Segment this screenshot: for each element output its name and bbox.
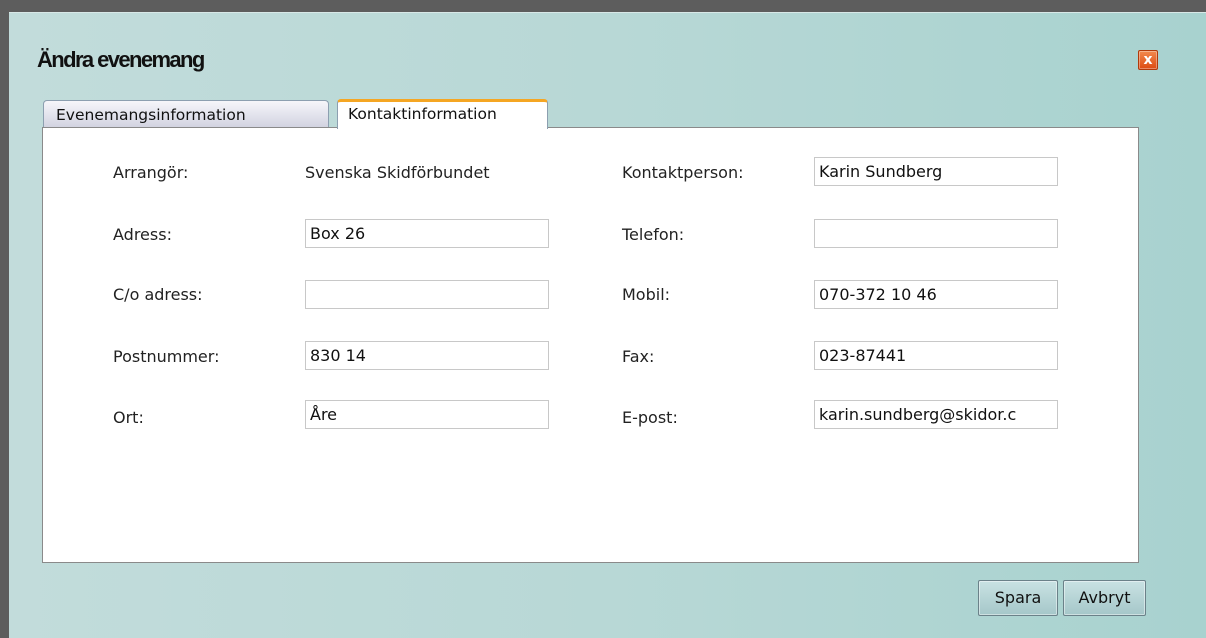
contact-person-label: Kontaktperson:: [622, 163, 744, 182]
phone-field[interactable]: [814, 219, 1058, 248]
fax-field[interactable]: 023-87441: [814, 341, 1058, 370]
mobile-field[interactable]: 070-372 10 46: [814, 280, 1058, 309]
cancel-button[interactable]: Avbryt: [1063, 580, 1146, 616]
address-field[interactable]: Box 26: [305, 219, 549, 248]
organizer-value: Svenska Skidförbundet: [305, 163, 490, 182]
contact-person-field[interactable]: Karin Sundberg: [814, 157, 1058, 186]
dialog-title: Ändra evenemang: [37, 47, 205, 72]
email-label: E-post:: [622, 408, 678, 427]
organizer-label: Arrangör:: [113, 163, 189, 182]
tab-event-information[interactable]: Evenemangsinformation: [43, 100, 329, 127]
address-label: Adress:: [113, 225, 172, 244]
email-field[interactable]: karin.sundberg@skidor.c: [814, 400, 1058, 429]
fax-label: Fax:: [622, 347, 655, 366]
phone-label: Telefon:: [622, 225, 685, 244]
mobile-label: Mobil:: [622, 285, 671, 304]
close-icon[interactable]: x: [1138, 50, 1158, 70]
co-address-field[interactable]: [305, 280, 549, 309]
save-button[interactable]: Spara: [978, 580, 1058, 616]
postal-code-field[interactable]: 830 14: [305, 341, 549, 370]
postal-code-label: Postnummer:: [113, 347, 220, 366]
co-address-label: C/o adress:: [113, 285, 203, 304]
tab-contact-information[interactable]: Kontaktinformation: [337, 99, 548, 129]
city-field[interactable]: Åre: [305, 400, 549, 429]
city-label: Ort:: [113, 408, 144, 427]
